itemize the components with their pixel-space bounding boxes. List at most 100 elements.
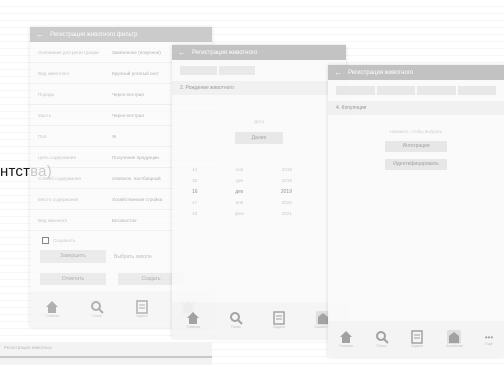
picker-year: 2019 (281, 178, 292, 183)
section-title: 4. Копуляция (328, 101, 504, 115)
nav-search[interactable]: Поиск (90, 300, 104, 318)
row-value: Ж (112, 133, 117, 139)
farm-icon (447, 330, 462, 344)
picker-day: 15 (192, 178, 198, 183)
next-button[interactable]: Далее (235, 132, 283, 144)
step-tab[interactable] (457, 86, 496, 95)
screen-header: ← Регистрация животного (328, 65, 504, 80)
search-icon (230, 312, 243, 325)
search-icon (375, 331, 389, 344)
picker-year: 2020 (281, 200, 292, 205)
search-icon (91, 301, 104, 314)
picker-row[interactable]: 15 дек 2019 (192, 178, 292, 183)
picker-month: фев (235, 211, 244, 216)
picker-year: 2019 (280, 189, 292, 195)
row-value: отвязное, пастбищный (112, 175, 161, 181)
row-label: Цель содержания (38, 154, 76, 160)
row-label: Вид жвачного (38, 217, 68, 223)
screen-title: Регистрация животного (192, 49, 258, 56)
picker-row[interactable]: 14 нов 2018 (192, 167, 292, 172)
screen-title: Регистрация животного (348, 69, 414, 76)
nav-label: Главная (45, 314, 60, 318)
birth-registration-screen: ← Регистрация животного 2. Рождение живо… (172, 45, 346, 338)
row-value: Хозяйственная стройка (112, 196, 163, 202)
screen-header: ← Регистрация животного фильтр (30, 27, 212, 42)
nav-label: Главная (338, 344, 353, 348)
choose-fill-text[interactable]: Выбрать заполн (114, 254, 152, 260)
step-tabs (172, 60, 346, 81)
nav-label: Поиск (376, 344, 387, 348)
copulation-screen: ← Регистрация животного 4. Копуляция Наж… (328, 65, 504, 357)
picker-month: нов (235, 167, 244, 172)
picker-row[interactable]: 17 янв 2020 (192, 200, 292, 205)
picker-row[interactable]: 18 фев 2021 (192, 211, 292, 216)
checkbox-box[interactable] (42, 237, 49, 244)
checkbox-label: Сохранять (53, 238, 76, 243)
nav-tasks[interactable]: Задачи (135, 300, 149, 318)
nav-label: Задачи (411, 344, 424, 348)
nav-search[interactable]: Поиск (375, 330, 389, 348)
strip-title: Регистрация животных (4, 345, 52, 350)
tasks-icon (272, 311, 285, 325)
select-hint[interactable]: Нажмите, чтобы выбрать (328, 129, 504, 134)
home-icon (46, 301, 59, 313)
row-label: Способ содержания (38, 175, 81, 181)
row-value: Черно-пестрая (112, 91, 144, 97)
picker-year: 2021 (281, 211, 292, 216)
step-tab[interactable] (336, 86, 375, 95)
back-arrow-icon[interactable]: ← (36, 30, 44, 39)
step-tab[interactable] (180, 66, 217, 75)
date-field[interactable]: Дата (172, 119, 346, 124)
identify-button[interactable]: Идентифицировать (385, 159, 447, 170)
bottom-strip: Регистрация животных (0, 342, 212, 365)
tasks-icon (135, 300, 148, 314)
row-value: Черно-пестрая (112, 112, 144, 118)
nav-label: Задачи (135, 314, 148, 318)
nav-tasks[interactable]: Задачи (272, 311, 286, 329)
nav-search[interactable]: Поиск (229, 311, 243, 329)
nav-home[interactable]: Главная (45, 300, 59, 318)
nav-tasks[interactable]: Задачи (410, 330, 424, 348)
picker-month: янв (235, 200, 244, 205)
step-tabs (328, 80, 504, 101)
bottom-nav: Главная Поиск Задачи Хозяйство ••• Ещё (328, 321, 504, 357)
row-label: Пол (38, 133, 47, 139)
picker-year: 2018 (281, 167, 292, 172)
row-label: Место содержания (38, 196, 79, 202)
picker-day: 18 (192, 211, 198, 216)
picker-day: 16 (192, 189, 198, 195)
integration-button[interactable]: Интеграция (385, 141, 447, 152)
screen-header: ← Регистрация животного (172, 45, 346, 60)
nav-more[interactable]: ••• Ещё (485, 333, 493, 346)
row-label: Основание для регистрации (38, 49, 99, 55)
row-value: Крупный рогатый скот (112, 70, 159, 76)
screen-title: Регистрация животного фильтр (50, 31, 138, 38)
nav-home[interactable]: Главная (339, 330, 353, 348)
strip-divider (0, 356, 212, 358)
row-value: Бесхвостое (112, 217, 137, 223)
tabs-spacer (257, 66, 338, 75)
home-icon (187, 312, 200, 324)
mark-button[interactable]: Отметить (40, 273, 106, 285)
bottom-nav: Главная Поиск Задачи Хозяйство (172, 302, 346, 338)
picker-day: 14 (192, 167, 198, 172)
row-value: Получение продукции (112, 154, 159, 160)
nav-label: Ещё (485, 341, 493, 346)
nav-label: Поиск (92, 314, 103, 318)
home-icon (339, 331, 352, 343)
nav-farm[interactable]: Хозяйство (446, 330, 463, 348)
row-label: Масть (38, 112, 52, 118)
row-label: Порода (38, 91, 55, 97)
picker-row-selected[interactable]: 16 дек 2019 (192, 189, 292, 195)
nav-label: Главная (186, 325, 201, 329)
row-value: Завезенное (покупное) (112, 49, 161, 55)
row-label: Вид животного (38, 70, 70, 76)
back-arrow-icon[interactable]: ← (178, 48, 186, 57)
nav-home[interactable]: Главная (186, 311, 200, 329)
picker-month: дек (235, 189, 244, 195)
step-tab[interactable] (417, 86, 456, 95)
back-arrow-icon[interactable]: ← (334, 68, 342, 77)
step-tab[interactable] (376, 86, 415, 95)
finish-button[interactable]: Завершить (40, 250, 106, 263)
step-tab[interactable] (218, 66, 256, 75)
